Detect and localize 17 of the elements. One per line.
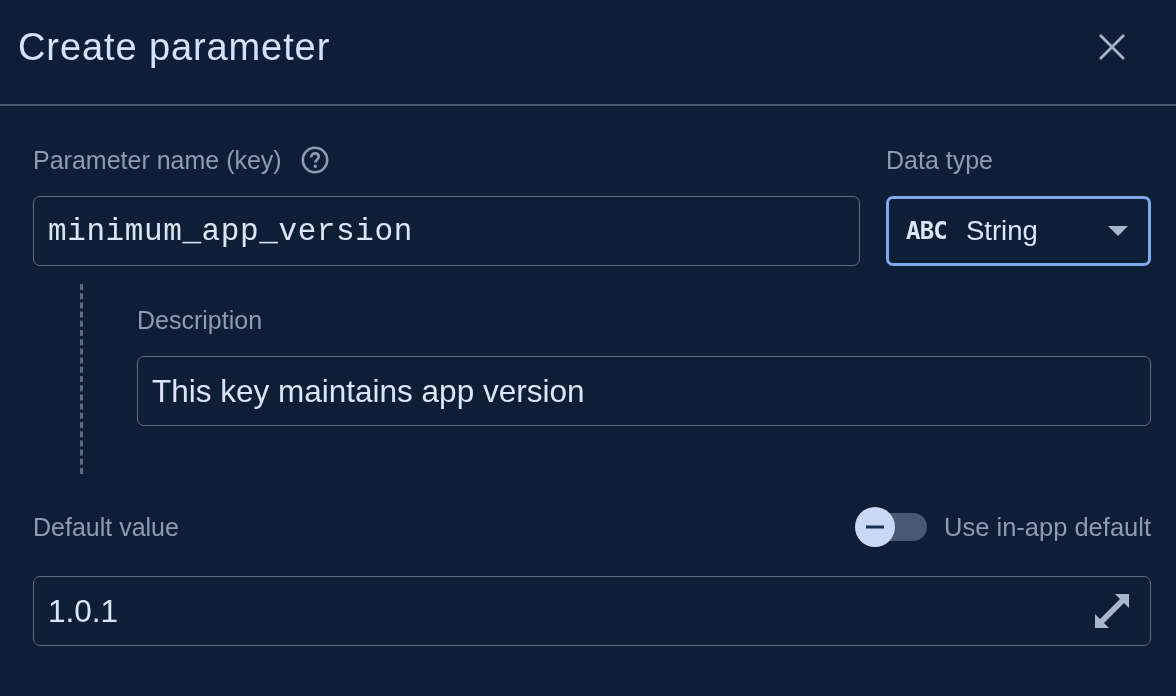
minus-icon — [855, 507, 896, 547]
parameter-name-input[interactable]: minimum_app_version — [33, 196, 860, 266]
caret-icon — [1108, 226, 1128, 236]
description-input[interactable]: This key maintains app version — [137, 356, 1151, 426]
parameter-name-label: Parameter name (key) — [33, 146, 282, 174]
expand-icon[interactable] — [1093, 592, 1131, 630]
default-value-input[interactable]: 1.0.1 — [33, 576, 1151, 646]
in-app-default-label: Use in-app default — [944, 513, 1151, 541]
help-icon[interactable] — [300, 146, 329, 174]
close-button[interactable] — [1098, 33, 1126, 61]
default-value-label: Default value — [33, 513, 179, 541]
data-type-label: Data type — [886, 146, 993, 174]
description-label: Description — [137, 306, 263, 334]
data-type-select[interactable]: ABC String — [886, 196, 1151, 266]
in-app-default-switch[interactable] — [855, 507, 928, 547]
dialog-title: Create parameter — [18, 25, 331, 70]
type-abbreviation: ABC — [906, 217, 947, 245]
